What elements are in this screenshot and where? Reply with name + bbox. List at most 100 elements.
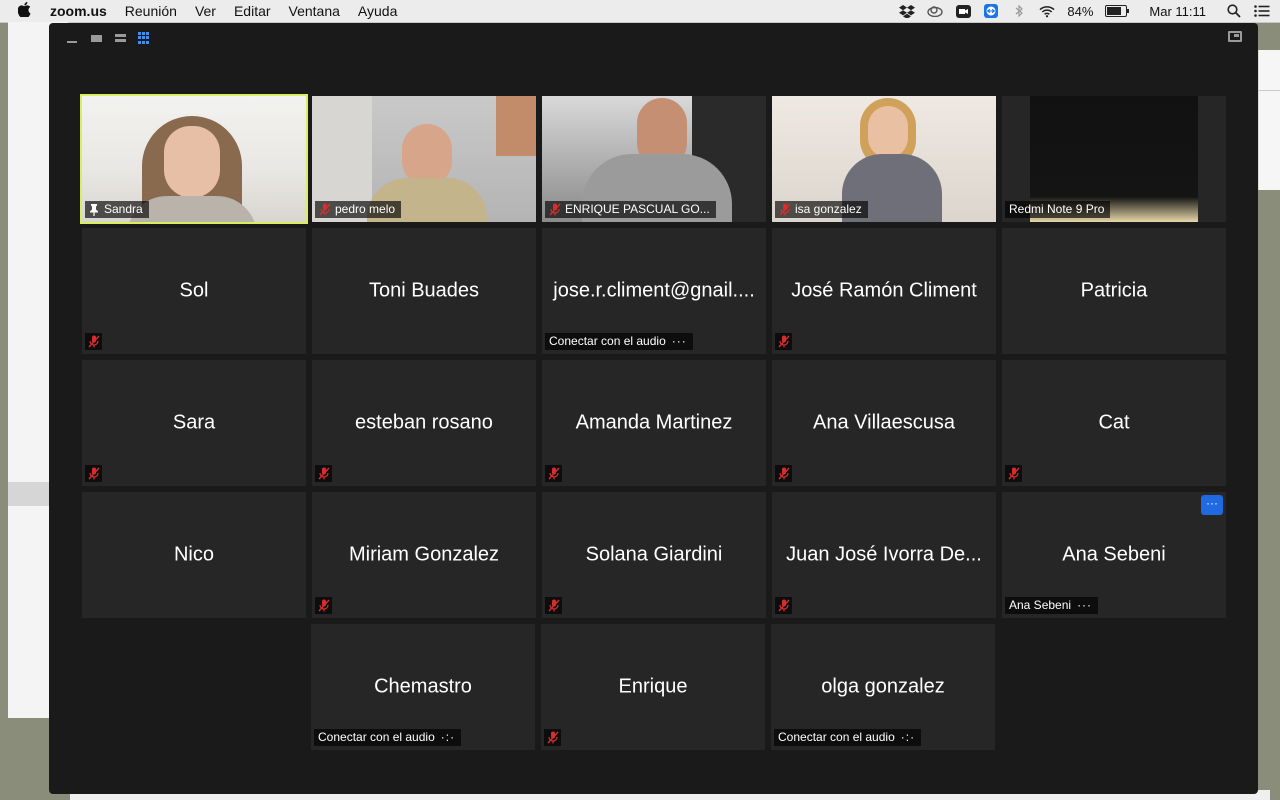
audio-status-label[interactable]: Ana Sebeni ··· — [1005, 597, 1099, 614]
menu-app-name[interactable]: zoom.us — [50, 3, 107, 19]
pin-icon — [89, 203, 99, 216]
participant-tile[interactable]: Nico — [82, 492, 306, 618]
exit-fullscreen-button[interactable] — [1228, 31, 1242, 42]
creative-cloud-icon[interactable] — [927, 5, 944, 18]
participant-name: Sandra — [104, 202, 143, 216]
muted-mic-icon — [777, 335, 790, 348]
muted-mic-badge — [545, 597, 562, 614]
muted-mic-icon — [779, 203, 791, 216]
participant-name: Cat — [1098, 411, 1130, 434]
participant-name: esteban rosano — [355, 411, 493, 434]
participant-name: pedro melo — [335, 202, 396, 216]
muted-mic-icon — [547, 599, 560, 612]
notification-center-icon[interactable] — [1254, 5, 1270, 18]
participant-tile[interactable]: Sara — [82, 360, 306, 486]
speaker-view-button[interactable] — [89, 31, 103, 45]
muted-mic-badge — [775, 465, 792, 482]
muted-mic-icon — [87, 335, 100, 348]
dropbox-icon[interactable] — [899, 4, 916, 18]
more-options-icon[interactable]: ··· — [1077, 597, 1092, 614]
participant-name: Nico — [173, 543, 214, 566]
participant-name-label: Redmi Note 9 Pro — [1005, 201, 1111, 218]
menu-editar[interactable]: Editar — [234, 3, 271, 19]
participant-tile[interactable]: Juan José Ivorra De... — [772, 492, 996, 618]
muted-mic-badge — [315, 597, 332, 614]
spotlight-search-icon[interactable] — [1226, 4, 1242, 18]
participant-tile[interactable]: ENRIQUE PASCUAL GO... — [542, 96, 766, 222]
participant-name: Ana Sebeni — [1062, 543, 1166, 566]
participant-tile[interactable]: Enrique — [541, 624, 765, 750]
participant-tile[interactable]: Sandra — [80, 94, 308, 224]
participant-tile[interactable]: pedro melo — [312, 96, 536, 222]
view-toolbar — [65, 31, 150, 45]
menu-ventana[interactable]: Ventana — [289, 3, 340, 19]
more-options-icon[interactable]: ·:· — [441, 729, 455, 746]
audio-status-label[interactable]: Conectar con el audio ··· — [545, 333, 693, 350]
participant-name-label: ENRIQUE PASCUAL GO... — [545, 201, 716, 218]
muted-mic-badge — [1005, 465, 1022, 482]
menu-reunion[interactable]: Reunión — [125, 3, 177, 19]
participant-tile[interactable]: esteban rosano — [312, 360, 536, 486]
apple-icon[interactable] — [17, 1, 36, 21]
participant-tile[interactable]: Patricia — [1002, 228, 1226, 354]
participant-tile[interactable]: Chemastro Conectar con el audio ·:· — [311, 624, 535, 750]
muted-mic-badge — [545, 465, 562, 482]
participant-name: isa gonzalez — [795, 202, 862, 216]
participant-tile[interactable]: José Ramón Climent — [772, 228, 996, 354]
audio-status-text: Conectar con el audio — [778, 730, 895, 744]
wifi-icon[interactable] — [1039, 5, 1055, 18]
participant-name: Miriam Gonzalez — [348, 543, 500, 566]
participant-name: Sol — [179, 279, 209, 302]
audio-status-text: Conectar con el audio — [318, 730, 435, 744]
participant-name: Sara — [172, 411, 216, 434]
muted-mic-badge — [775, 333, 792, 350]
muted-mic-icon — [317, 467, 330, 480]
participant-name: Solana Giardini — [585, 543, 723, 566]
more-options-icon[interactable]: ·:· — [901, 729, 915, 746]
participant-name-label: Sandra — [85, 201, 149, 218]
background-divider — [1258, 90, 1280, 91]
zoom-camera-icon[interactable] — [955, 4, 971, 18]
participant-tile[interactable]: Solana Giardini — [542, 492, 766, 618]
participant-tile[interactable]: Toni Buades — [312, 228, 536, 354]
minimize-video-button[interactable] — [65, 31, 79, 45]
muted-mic-icon — [319, 203, 331, 216]
more-options-icon[interactable]: ··· — [672, 333, 687, 350]
participant-tile[interactable]: Cat — [1002, 360, 1226, 486]
participant-tile[interactable]: Amanda Martinez — [542, 360, 766, 486]
participant-tile[interactable]: Sol — [82, 228, 306, 354]
audio-status-label[interactable]: Conectar con el audio ·:· — [774, 729, 922, 746]
participant-name: José Ramón Climent — [791, 279, 977, 302]
battery-percent: 84% — [1067, 3, 1094, 19]
participant-tile[interactable]: Redmi Note 9 Pro — [1002, 96, 1226, 222]
participant-name: Ana Villaescusa — [813, 411, 955, 434]
muted-mic-badge — [85, 333, 102, 350]
participant-name: Chemastro — [374, 675, 472, 698]
bluetooth-icon[interactable] — [1011, 4, 1027, 18]
battery-icon[interactable] — [1105, 5, 1130, 17]
strip-view-button[interactable] — [113, 31, 127, 45]
participant-tile[interactable]: Ana Sebeni Ana Sebeni ··· ··· — [1002, 492, 1226, 618]
menu-ver[interactable]: Ver — [195, 3, 216, 19]
participant-tile[interactable]: jose.r.climent@gnail.... Conectar con el … — [542, 228, 766, 354]
audio-status-text: Conectar con el audio — [549, 334, 666, 348]
muted-mic-icon — [549, 203, 561, 216]
clock[interactable]: Mar 11:11 — [1149, 4, 1206, 19]
gallery-view-button[interactable] — [137, 31, 150, 45]
participant-name: Enrique — [618, 675, 688, 698]
participant-tile[interactable]: olga gonzalez Conectar con el audio ·:· — [771, 624, 995, 750]
participant-name: ENRIQUE PASCUAL GO... — [565, 202, 710, 216]
participant-tile[interactable]: Ana Villaescusa — [772, 360, 996, 486]
audio-status-label[interactable]: Conectar con el audio ·:· — [314, 729, 462, 746]
participant-tile[interactable]: Miriam Gonzalez — [312, 492, 536, 618]
muted-mic-icon — [317, 599, 330, 612]
teamviewer-icon[interactable] — [983, 4, 999, 18]
menu-ayuda[interactable]: Ayuda — [358, 3, 397, 19]
muted-mic-icon — [87, 467, 100, 480]
participant-name: Redmi Note 9 Pro — [1009, 202, 1105, 216]
participant-tile[interactable]: isa gonzalez — [772, 96, 996, 222]
tile-options-button[interactable]: ··· — [1201, 495, 1223, 515]
participant-name: Patricia — [1080, 279, 1148, 302]
muted-mic-icon — [547, 467, 560, 480]
muted-mic-badge — [315, 465, 332, 482]
